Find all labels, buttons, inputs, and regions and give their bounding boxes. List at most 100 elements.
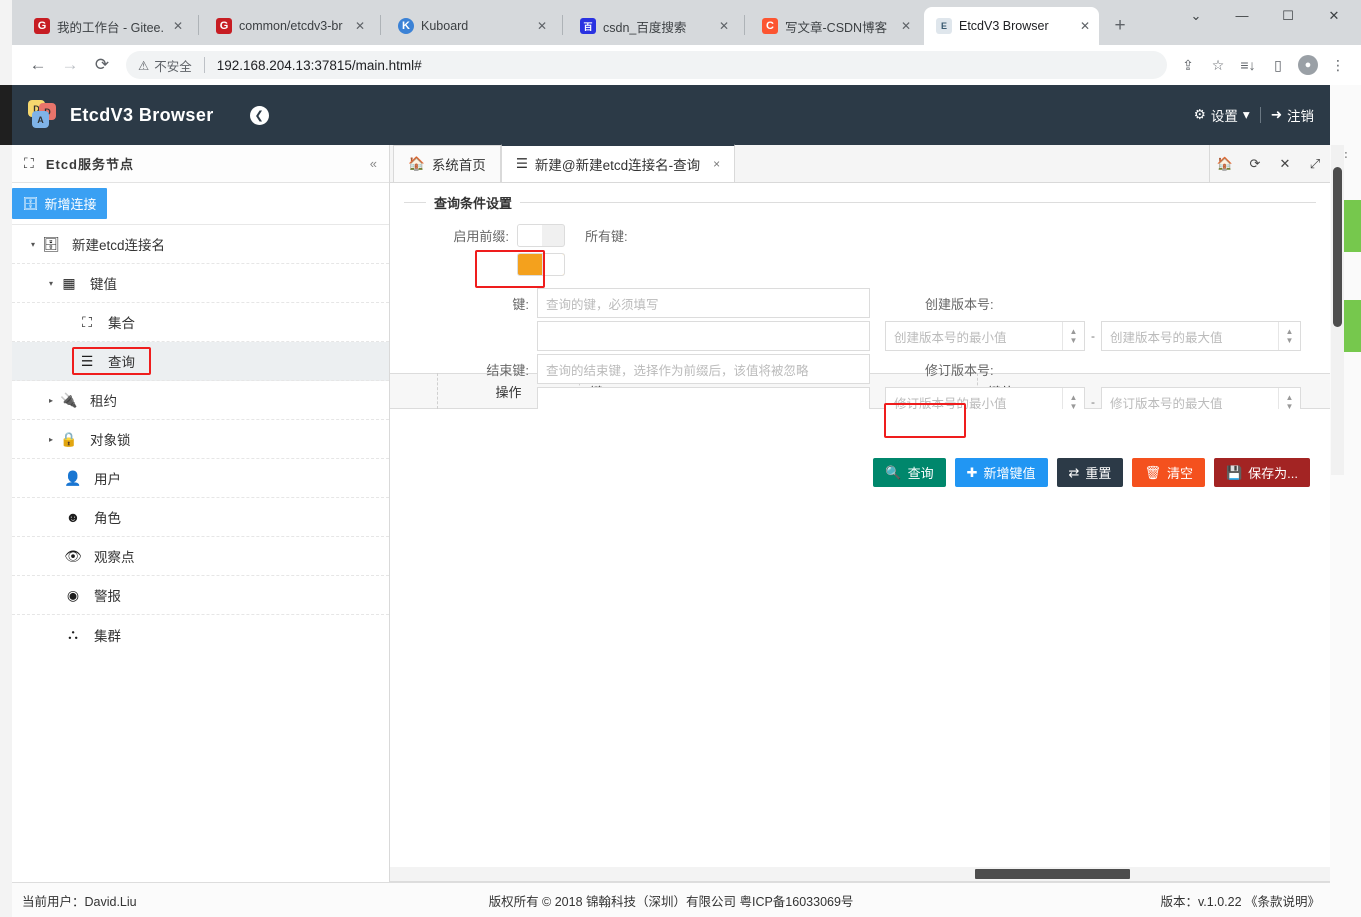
create-revision-min-input[interactable]: 创建版本号的最小值 ▲ ▼: [885, 321, 1085, 351]
window-minimize-button[interactable]: —: [1219, 0, 1265, 32]
sidebar-collapse-button[interactable]: ❮: [249, 105, 269, 125]
tree-item-collection[interactable]: ⛶ 集合: [12, 303, 389, 342]
create-revision-max-input[interactable]: 创建版本号的最大值 ▲ ▼: [1101, 321, 1301, 351]
content-tabs: 🏠 系统首页 ☰ 新建@新建etcd连接名-查询 × 🏠 ⟳ ✕ ⤢: [390, 144, 1330, 183]
key-field-label: 键:: [512, 296, 529, 312]
browser-tabstrip: G 我的工作台 - Gitee.c ✕ G common/etcdv3-br ✕…: [12, 0, 1361, 45]
expand-arrow-icon[interactable]: ▾: [26, 240, 40, 249]
window-close-button[interactable]: ✕: [1311, 0, 1357, 32]
reset-button[interactable]: ⇄ 重置: [1056, 458, 1124, 487]
tree-item-lease[interactable]: ▸ 🔌 租约: [12, 381, 389, 420]
profile-icon[interactable]: ●: [1295, 52, 1321, 78]
tab-separator: [380, 15, 381, 35]
menu-icon[interactable]: ⋮: [1325, 52, 1351, 78]
query-button[interactable]: 🔍 查询: [873, 458, 946, 487]
browser-tab-4[interactable]: C 写文章-CSDN博客 ✕: [750, 7, 920, 45]
tree-item-lock[interactable]: ▸ 🔒 对象锁: [12, 420, 389, 459]
key-input-continuation: [537, 321, 870, 351]
browser-tab-1[interactable]: G common/etcdv3-br ✕: [204, 7, 374, 45]
tab-close-icon[interactable]: ✕: [716, 19, 732, 33]
tab-close-icon[interactable]: ✕: [898, 19, 914, 33]
browser-tab-label: csdn_百度搜索: [603, 20, 687, 35]
tab-label: 新建@新建etcd连接名-查询: [534, 158, 701, 173]
etcd-browser-app: D D A EtcdV3 Browser ❮ ⚙ 设置 ▾ ➜ 注销: [12, 85, 1344, 917]
refresh-icon[interactable]: ⟳: [1240, 156, 1270, 172]
reading-list-icon[interactable]: ≡↓: [1235, 52, 1261, 78]
spinner-icon[interactable]: ▲ ▼: [1062, 322, 1084, 350]
tab-close-icon[interactable]: ✕: [352, 19, 368, 33]
fullscreen-icon[interactable]: ⤢: [1300, 156, 1330, 172]
tree-item-keyvalue[interactable]: ▾ ▦ 键值: [12, 264, 389, 303]
endkey-input[interactable]: 查询的结束键，选择作为前缀后，该值将被忽略: [537, 354, 870, 384]
sidebar: ⛶ Etcd服务节点 « 🗄 新增连接 ▾ 🗄 新建etcd连接名 ▾ ▦ 键值…: [12, 145, 390, 917]
toggle-knob: [518, 225, 542, 246]
browser-tab-label: EtcdV3 Browser: [959, 19, 1049, 33]
not-secure-warning[interactable]: ⚠ 不安全: [138, 56, 192, 75]
key-input[interactable]: 查询的键，必须填写: [537, 288, 870, 318]
sidepanel-icon[interactable]: ▯: [1265, 52, 1291, 78]
address-bar[interactable]: ⚠ 不安全 192.168.204.13:37815/main.html#: [126, 51, 1167, 79]
tree-item-query[interactable]: ☰ 查询: [12, 342, 389, 381]
expand-arrow-icon[interactable]: ▸: [44, 396, 58, 405]
tab-close-icon[interactable]: ×: [713, 157, 720, 171]
forward-button[interactable]: →: [54, 49, 86, 81]
toolbar-icons: ⇪ ☆ ≡↓ ▯ ● ⋮: [1175, 52, 1351, 78]
browser-tab-3[interactable]: 百 csdn_百度搜索 ✕: [568, 7, 738, 45]
save-as-button[interactable]: 💾 保存为...: [1213, 458, 1310, 487]
tab-separator: [744, 15, 745, 35]
tree-item-connection[interactable]: ▾ 🗄 新建etcd连接名: [12, 225, 389, 264]
form-vertical-scrollbar[interactable]: [1331, 145, 1344, 475]
tab-close-icon[interactable]: ✕: [170, 19, 186, 33]
logout-button[interactable]: ➜ 注销: [1271, 105, 1314, 125]
collection-icon: ⛶: [82, 313, 92, 330]
tab-close-icon[interactable]: ✕: [534, 19, 550, 33]
home-icon[interactable]: 🏠: [1210, 156, 1240, 172]
browser-tab-0[interactable]: G 我的工作台 - Gitee.c ✕: [22, 7, 192, 45]
star-icon[interactable]: ☆: [1205, 52, 1231, 78]
app-title: EtcdV3 Browser: [70, 104, 214, 125]
window-maximize-button[interactable]: ☐: [1265, 0, 1311, 32]
expand-arrow-icon[interactable]: ▾: [44, 279, 58, 288]
range-separator: -: [1091, 329, 1095, 343]
plus-icon: ✚: [966, 464, 978, 480]
table-horizontal-scrollbar[interactable]: [390, 867, 1330, 881]
tab-close-icon[interactable]: ✕: [1077, 19, 1093, 33]
tree-item-cluster[interactable]: ⛬ 集群: [12, 615, 389, 654]
tree-item-watch[interactable]: 👁 观察点: [12, 537, 389, 576]
fieldset-legend: 查询条件设置: [404, 193, 1316, 212]
browser-tab-label: Kuboard: [421, 19, 469, 33]
scrollbar-thumb[interactable]: [975, 869, 1130, 879]
prefix-toggle[interactable]: [517, 224, 565, 247]
tree-item-role[interactable]: ☻ 角色: [12, 498, 389, 537]
settings-label: 设置: [1210, 109, 1238, 124]
database-icon: 🗄: [22, 195, 39, 211]
back-button[interactable]: ←: [22, 49, 54, 81]
browser-tab-2[interactable]: K Kuboard ✕: [386, 7, 556, 45]
action-buttons: 🔍 查询 ✚ 新增键值 ⇄ 重置 🗑 清空 💾 保存为...: [873, 458, 1310, 487]
connection-tree: ▾ 🗄 新建etcd连接名 ▾ ▦ 键值 ⛶ 集合 ☰ 查询 ▸ 🔌 租约 ▸ …: [12, 225, 389, 917]
share-icon[interactable]: ⇪: [1175, 52, 1201, 78]
tab-query-active[interactable]: ☰ 新建@新建etcd连接名-查询 ×: [500, 144, 736, 182]
tab-home[interactable]: 🏠 系统首页: [393, 145, 501, 182]
sidebar-header: ⛶ Etcd服务节点 «: [12, 145, 389, 183]
allkeys-toggle[interactable]: [517, 253, 565, 276]
scrollbar-thumb[interactable]: [1333, 167, 1342, 327]
tree-item-user[interactable]: 👤 用户: [12, 459, 389, 498]
spinner-icon[interactable]: ▲ ▼: [1278, 322, 1300, 350]
reload-button[interactable]: ⟳: [86, 49, 118, 81]
add-kv-button[interactable]: ✚ 新增键值: [954, 458, 1048, 487]
browser-tab-5-active[interactable]: E EtcdV3 Browser ✕: [924, 7, 1099, 45]
clear-button[interactable]: 🗑 清空: [1132, 458, 1205, 487]
query-button-label: 查询: [907, 466, 934, 481]
new-tab-button[interactable]: +: [1107, 14, 1133, 40]
add-connection-button[interactable]: 🗄 新增连接: [12, 188, 107, 219]
tree-item-alarm[interactable]: ◉ 警报: [12, 576, 389, 615]
browser-tab-label: common/etcdv3-br: [239, 19, 343, 33]
sidebar-collapse-icon[interactable]: «: [370, 156, 377, 171]
endkey-input-placeholder: 查询的结束键，选择作为前缀后，该值将被忽略: [546, 363, 809, 378]
query-form: 查询条件设置 启用前缀: 所有键: 键: 查询的键，必须填写 创建版本号: 创建…: [390, 145, 1344, 475]
tab-search-chevron-icon[interactable]: ⌄: [1173, 0, 1219, 32]
close-icon[interactable]: ✕: [1270, 156, 1300, 172]
expand-arrow-icon[interactable]: ▸: [44, 435, 58, 444]
settings-menu[interactable]: ⚙ 设置 ▾: [1194, 105, 1250, 125]
